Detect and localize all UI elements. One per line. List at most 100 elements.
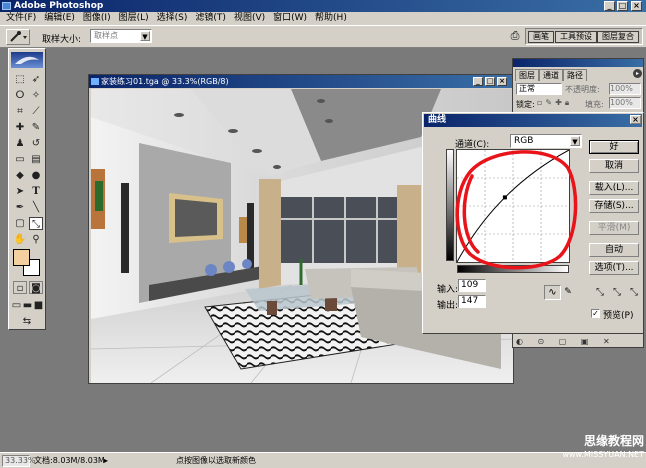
curves-title-bar[interactable]: 曲线 xyxy=(424,114,642,127)
menu-help[interactable]: 帮助(H) xyxy=(311,12,351,25)
tab-paths[interactable]: 路径 xyxy=(563,69,587,81)
document-size: 文档:8.03M/8.03M xyxy=(34,456,105,465)
doc-minimize-button[interactable]: _ xyxy=(473,77,483,86)
auto-button[interactable]: 自动 xyxy=(589,243,639,257)
layer-actions-bar[interactable]: ◐ ⊙ ▢ ▣ ✕ xyxy=(516,337,642,347)
menu-view[interactable]: 视图(V) xyxy=(230,12,269,25)
shape-tool-icon[interactable]: ╲ xyxy=(29,201,43,214)
notes-tool-icon[interactable]: ▢ xyxy=(13,217,27,230)
load-button[interactable]: 载入(L)... xyxy=(589,181,639,195)
doc-maximize-button[interactable]: □ xyxy=(485,77,495,86)
crop-tool-icon[interactable]: ⌗ xyxy=(13,105,27,118)
gray-eyedropper-icon[interactable]: ⤡ xyxy=(612,287,622,299)
move-tool-icon[interactable]: ➶ xyxy=(29,73,43,86)
blur-tool-icon[interactable]: ◆ xyxy=(13,169,27,182)
smooth-button[interactable]: 平滑(M) xyxy=(589,221,639,235)
lock-icons[interactable]: ▫✎✚🔒︎ xyxy=(537,98,572,108)
output-field[interactable]: 147 xyxy=(458,295,486,308)
curves-close-button[interactable]: × xyxy=(630,115,641,124)
chevron-down-icon: ▼ xyxy=(140,31,150,41)
curve-mode-icon[interactable]: ∿ xyxy=(544,285,561,300)
options-button[interactable]: 选项(T)... xyxy=(589,261,639,275)
well-tab-layer-comps[interactable]: 图层复合 xyxy=(597,31,639,43)
watermark-url: www.MISSYUAN.NET xyxy=(562,450,644,459)
input-value: 109 xyxy=(461,280,479,290)
doc-close-button[interactable]: × xyxy=(497,77,507,86)
screen-mode-standard-icon[interactable]: ▭ xyxy=(11,299,22,312)
marquee-tool-icon[interactable]: ⬚ xyxy=(13,73,27,86)
slice-tool-icon[interactable]: ⟋ xyxy=(29,105,43,118)
status-menu-icon[interactable]: ▸ xyxy=(104,456,113,466)
screen-mode-full-icon[interactable]: ■ xyxy=(33,299,44,312)
document-title-bar[interactable]: 家装练习01.tga @ 33.3%(RGB/8) xyxy=(89,75,513,88)
menu-image[interactable]: 图像(I) xyxy=(79,12,115,25)
zoom-field[interactable]: 33.33% xyxy=(2,455,36,467)
pencil-mode-icon[interactable]: ✎ xyxy=(563,285,573,300)
brush-tool-icon[interactable]: ✎ xyxy=(29,121,43,134)
hand-tool-icon[interactable]: ✋ xyxy=(13,233,27,246)
sample-size-select[interactable]: 取样点 ▼ xyxy=(90,29,152,43)
minimize-button[interactable]: _ xyxy=(604,1,615,11)
palette-menu-icon[interactable]: ▸ xyxy=(633,69,642,78)
window-title: Adobe Photoshop xyxy=(14,1,104,11)
output-label: 输出: xyxy=(437,301,459,311)
screen-mode-menu-icon[interactable]: ▬ xyxy=(22,299,33,312)
blend-mode-select[interactable]: 正常 xyxy=(516,83,562,95)
checkmark-icon: ✓ xyxy=(592,309,599,318)
ok-button[interactable]: 好 xyxy=(589,140,639,154)
magic-wand-icon[interactable]: ✧ xyxy=(29,89,43,102)
lock-label: 锁定: xyxy=(516,100,535,109)
title-bar: Adobe Photoshop xyxy=(0,0,646,12)
eyedropper-icon xyxy=(10,31,27,42)
maximize-button[interactable]: □ xyxy=(617,1,628,11)
tab-layers[interactable]: 图层 xyxy=(515,69,539,81)
healing-brush-icon[interactable]: ✚ xyxy=(13,121,27,134)
red-annotation-circle xyxy=(455,150,578,270)
cancel-button[interactable]: 取消 xyxy=(589,159,639,173)
menu-edit[interactable]: 编辑(E) xyxy=(40,12,79,25)
status-hint: 点按图像以选取新颜色 xyxy=(176,456,256,465)
well-tab-tool-presets[interactable]: 工具预设 xyxy=(555,31,597,43)
well-tab-brushes[interactable]: 画笔 xyxy=(528,31,554,43)
pen-tool-icon[interactable]: ✒ xyxy=(13,201,27,214)
opacity-field[interactable]: 100% xyxy=(609,83,641,95)
menu-file[interactable]: 文件(F) xyxy=(2,12,40,25)
toolbox: ⬚ ➶ ⵔ ✧ ⌗ ⟋ ✚ ✎ ♟ ↺ ▭ ▤ ◆ ● ➤ T ✒ ╲ ▢ ⤡ … xyxy=(8,48,46,330)
opacity-value: 100% xyxy=(610,84,633,93)
zoom-tool-icon[interactable]: ⚲ xyxy=(29,233,43,246)
eraser-tool-icon[interactable]: ▭ xyxy=(13,153,27,166)
input-field[interactable]: 109 xyxy=(458,279,486,292)
print-icon[interactable]: ⎙ xyxy=(508,29,522,43)
menu-layer[interactable]: 图层(L) xyxy=(115,12,153,25)
menu-window[interactable]: 窗口(W) xyxy=(269,12,311,25)
preview-checkbox[interactable]: ✓ xyxy=(591,309,600,318)
clone-stamp-icon[interactable]: ♟ xyxy=(13,137,27,150)
imageready-icon[interactable]: ⇆ xyxy=(20,315,34,328)
layers-palette-title-bar[interactable] xyxy=(513,59,643,67)
standard-mode-icon[interactable]: ▫ xyxy=(13,281,27,294)
quick-mask-icon[interactable]: ◙ xyxy=(29,281,43,294)
path-selection-icon[interactable]: ➤ xyxy=(13,185,27,198)
lasso-tool-icon[interactable]: ⵔ xyxy=(13,89,27,102)
type-tool-icon[interactable]: T xyxy=(29,185,43,198)
dodge-tool-icon[interactable]: ● xyxy=(29,169,43,182)
menu-bar: 文件(F) 编辑(E) 图像(I) 图层(L) 选择(S) 滤镜(T) 视图(V… xyxy=(0,12,646,25)
foreground-color-swatch[interactable] xyxy=(13,249,30,266)
tab-channels[interactable]: 通道 xyxy=(539,69,563,81)
menu-filter[interactable]: 滤镜(T) xyxy=(191,12,230,25)
menu-select[interactable]: 选择(S) xyxy=(153,12,192,25)
gradient-tool-icon[interactable]: ▤ xyxy=(29,153,43,166)
fill-field[interactable]: 100% xyxy=(609,97,641,109)
document-icon xyxy=(91,78,99,85)
layers-palette-tabs: 图层 通道 路径 xyxy=(515,69,587,81)
photoshop-app-icon xyxy=(2,2,11,10)
save-button[interactable]: 存储(S)... xyxy=(589,199,639,213)
eyedropper-tool-icon[interactable]: ⤡ xyxy=(29,217,43,230)
sample-size-label: 取样大小: xyxy=(42,35,82,45)
black-eyedropper-icon[interactable]: ⤡ xyxy=(595,287,605,299)
white-eyedropper-icon[interactable]: ⤡ xyxy=(629,287,639,299)
curves-title: 曲线 xyxy=(428,115,447,125)
tool-preset-picker[interactable] xyxy=(6,29,30,45)
close-button[interactable]: × xyxy=(631,1,642,11)
history-brush-icon[interactable]: ↺ xyxy=(29,137,43,150)
